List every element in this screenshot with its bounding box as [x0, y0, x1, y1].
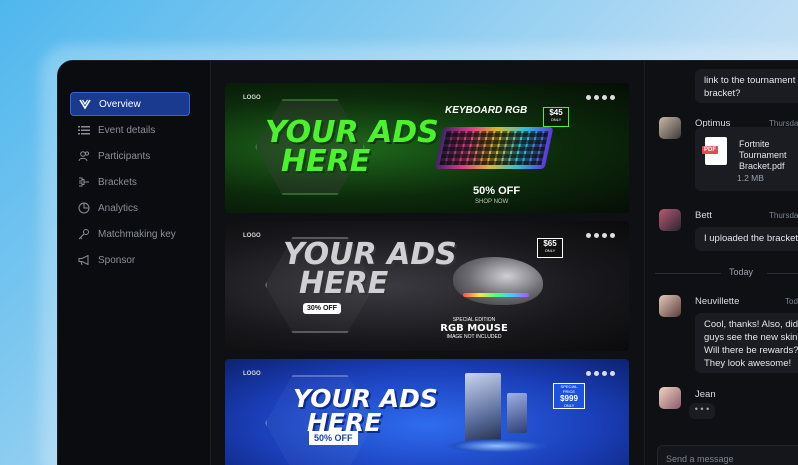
list-icon [78, 124, 90, 136]
megaphone-icon [78, 254, 90, 266]
sidebar-nav: Overview Event details Participants Brac… [70, 92, 190, 274]
sidebar-item-label: Analytics [98, 202, 139, 214]
chat-message-bubble: link to the tournament bracket? [695, 69, 798, 103]
chat-timestamp: Today [785, 297, 798, 306]
sidebar-item-label: Overview [99, 98, 141, 110]
chat-username: Neuvillette [695, 296, 740, 307]
ad-title: YOUR ADS HERE [265, 118, 439, 179]
sidebar-item-brackets[interactable]: Brackets [70, 170, 190, 194]
app-window: Overview Event details Participants Brac… [57, 60, 798, 465]
ad-title: YOUR ADS HERE [293, 386, 438, 434]
ad-title-line2: HERE [281, 143, 371, 179]
sidebar-item-label: Event details [98, 124, 156, 136]
chat-message-bubble: Cool, thanks! Also, did you guys see the… [695, 313, 798, 373]
message-input[interactable] [657, 445, 798, 465]
sponsor-feed: LOGO YOUR ADS HERE KEYBOARD RGB $45 ONLY… [225, 83, 630, 465]
chat-username: Jean [695, 389, 716, 400]
price-tag: $65 ONLY [537, 238, 563, 258]
avatar[interactable] [659, 117, 681, 139]
social-icons [586, 371, 615, 376]
price-value: $999 [560, 394, 578, 403]
day-separator-label: Today [729, 267, 754, 277]
product-name: KEYBOARD RGB [445, 105, 528, 116]
social-icons [586, 233, 615, 238]
chat-username: Bett [695, 210, 712, 221]
sidebar-item-label: Participants [98, 150, 151, 162]
ad-banner-pc[interactable]: LOGO YOUR ADS HERE 50% OFF SPECIAL PRICE… [225, 359, 629, 465]
price-value: $45 [549, 108, 563, 117]
pc-tower-image [465, 373, 501, 445]
key-icon [78, 228, 90, 240]
chat-panel: link to the tournament bracket? Optimus … [645, 61, 798, 465]
sidebar-item-overview[interactable]: Overview [70, 92, 190, 116]
price-tag: $45 ONLY [543, 107, 569, 127]
price-top: SPECIAL PRICE [560, 384, 578, 394]
price-tag: SPECIAL PRICE $999 ONLY [553, 383, 585, 409]
sidebar-item-event-details[interactable]: Event details [70, 118, 190, 142]
price-value: $65 [543, 239, 557, 248]
banner-logo: LOGO [243, 95, 261, 101]
bracket-icon [78, 176, 90, 188]
sidebar-item-label: Matchmaking key [98, 228, 176, 240]
avatar[interactable] [659, 209, 681, 231]
price-note: ONLY [563, 403, 575, 408]
pdf-file-icon: PDF [702, 137, 727, 165]
edition-main: RGB MOUSE [440, 323, 508, 334]
price-note: ONLY [550, 117, 562, 122]
edition-note: IMAGE NOT INCLUDED [446, 334, 502, 340]
keyboard-image [434, 127, 554, 169]
avatar[interactable] [659, 295, 681, 317]
sidebar-item-label: Sponsor [98, 254, 136, 266]
edition-label: SPECIAL EDITION RGB MOUSE IMAGE NOT INCL… [439, 317, 509, 340]
ad-title: YOUR ADS HERE [283, 240, 457, 301]
sidebar-item-matchmaking-key[interactable]: Matchmaking key [70, 222, 190, 246]
offer-subline: SHOP NOW [475, 199, 509, 205]
mouse-image [453, 257, 543, 305]
offer-label: 50% OFF [473, 185, 521, 197]
sidebar-item-sponsor[interactable]: Sponsor [70, 248, 190, 272]
banner-logo: LOGO [243, 233, 261, 239]
avatar[interactable] [659, 387, 681, 409]
pie-chart-icon [78, 202, 90, 214]
file-attachment[interactable]: PDF Fortnite Tournament Bracket.pdf 1.2 … [695, 127, 798, 191]
sidebar-item-label: Brackets [98, 176, 137, 188]
pc-accessory-image [507, 393, 527, 433]
display-platform [447, 439, 547, 453]
file-name: Fortnite Tournament Bracket.pdf [739, 139, 787, 171]
ad-banner-mouse[interactable]: LOGO YOUR ADS HERE 30% OFF $65 ONLY SPEC… [225, 221, 629, 351]
file-size: 1.2 MB [737, 173, 764, 183]
sidebar-item-participants[interactable]: Participants [70, 144, 190, 168]
chevron-logo-icon [79, 98, 91, 110]
price-note: ONLY [544, 248, 556, 253]
offer-label: 30% OFF [303, 303, 341, 314]
social-icons [586, 95, 615, 100]
ad-banner-keyboard[interactable]: LOGO YOUR ADS HERE KEYBOARD RGB $45 ONLY… [225, 83, 629, 213]
typing-indicator: • • • [689, 403, 715, 419]
users-icon [78, 150, 90, 162]
sidebar: Overview Event details Participants Brac… [58, 61, 210, 465]
chat-message-bubble: I uploaded the bracket [695, 227, 798, 251]
ad-title-line2: HERE [299, 265, 389, 301]
chat-timestamp: Thursday [769, 211, 798, 220]
sidebar-item-analytics[interactable]: Analytics [70, 196, 190, 220]
day-separator: Today [655, 267, 798, 279]
banner-logo: LOGO [243, 371, 261, 377]
offer-label: 50% OFF [309, 431, 358, 445]
sidebar-divider [210, 61, 211, 465]
